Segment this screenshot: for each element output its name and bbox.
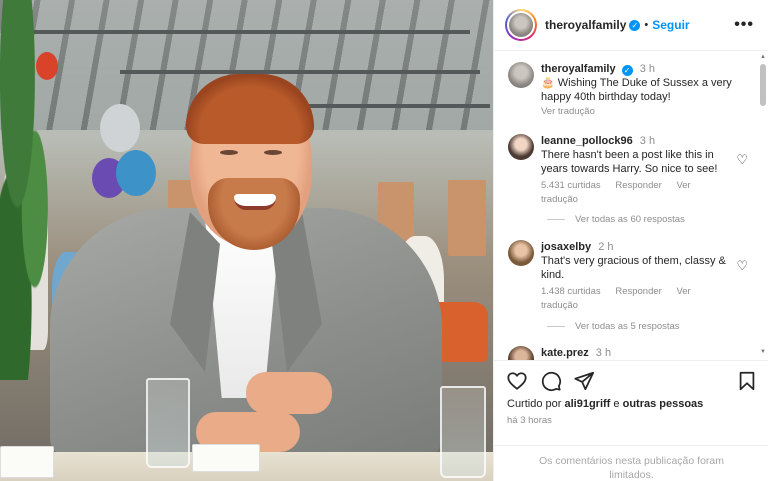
caption-time[interactable]: 3 h [640, 63, 655, 75]
instagram-post-window: theroyalfamily ✓ • Seguir ••• theroyalfa… [0, 0, 768, 481]
comments-scrollbar[interactable] [760, 64, 766, 106]
photo-beam [30, 30, 470, 34]
view-replies-link[interactable]: Ver todas as 5 respostas [547, 321, 680, 332]
comment-time[interactable]: 3 h [640, 135, 655, 147]
post-photo[interactable] [0, 0, 493, 481]
comment-reply-button[interactable]: Responder [615, 286, 661, 297]
view-replies-text: Ver todas as 60 respostas [575, 214, 685, 225]
heart-icon[interactable] [506, 370, 528, 392]
liked-by-others[interactable]: outras pessoas [623, 398, 704, 410]
caption-avatar[interactable] [508, 62, 534, 88]
verified-badge-icon: ✓ [621, 65, 633, 76]
liked-by-prefix: Curtido por [507, 398, 562, 410]
photo-smile [234, 194, 276, 210]
photo-glass [146, 378, 190, 468]
photo-hand [246, 372, 332, 414]
verified-badge-icon: ✓ [629, 19, 641, 31]
caption: theroyalfamily ✓ 3 h 🎂 Wishing The Duke … [508, 62, 748, 119]
comment-item: leanne_pollock96 3 h There hasn't been a… [508, 134, 748, 207]
view-replies-link[interactable]: Ver todas as 60 respostas [547, 214, 685, 225]
photo-balloon [116, 150, 156, 196]
photo-name-card [0, 446, 54, 478]
comment-avatar[interactable] [508, 134, 534, 160]
comment-time[interactable]: 3 h [596, 347, 611, 359]
header-separator: • [644, 19, 649, 31]
comment-username[interactable]: kate.prez [541, 347, 589, 359]
post-sidebar: theroyalfamily ✓ • Seguir ••• theroyalfa… [493, 0, 768, 481]
scroll-down-arrow-icon[interactable]: ▼ [760, 349, 766, 355]
post-timestamp[interactable]: há 3 horas [507, 415, 552, 426]
comment-avatar[interactable] [508, 346, 534, 360]
liked-by: Curtido por ali91griff e outras pessoas [507, 398, 703, 410]
caption-translate-link[interactable]: Ver tradução [541, 106, 595, 117]
scroll-up-arrow-icon[interactable]: ▲ [760, 54, 766, 60]
caption-text: 🎂 Wishing The Duke of Sussex a very happ… [541, 77, 732, 103]
photo-eye [220, 150, 238, 155]
comment-likes[interactable]: 5.431 curtidas [541, 180, 601, 191]
photo-beam [120, 70, 480, 74]
comment-item: josaxelby 2 h That's very gracious of th… [508, 240, 748, 313]
comments-limited-notice: Os comentários nesta publicação foram li… [494, 445, 768, 481]
view-replies-text: Ver todas as 5 respostas [575, 321, 680, 332]
post-actions-bar [494, 360, 768, 400]
comments-list[interactable]: theroyalfamily ✓ 3 h 🎂 Wishing The Duke … [494, 52, 768, 360]
liked-by-user[interactable]: ali91griff [564, 398, 610, 410]
comment-time[interactable]: 2 h [598, 241, 613, 253]
bookmark-icon[interactable] [736, 370, 758, 392]
comment-avatar[interactable] [508, 240, 534, 266]
caption-username[interactable]: theroyalfamily [541, 63, 616, 75]
liked-by-joiner: e [613, 398, 620, 410]
author-avatar[interactable] [505, 9, 537, 41]
comment-like-heart-icon[interactable]: ♡ [736, 152, 748, 168]
post-header: theroyalfamily ✓ • Seguir ••• [494, 0, 768, 51]
share-icon[interactable] [573, 370, 595, 392]
avatar-image [507, 11, 535, 39]
comment-like-heart-icon[interactable]: ♡ [736, 258, 748, 274]
follow-button[interactable]: Seguir [652, 18, 689, 32]
comment-item: kate.prez 3 h [508, 346, 748, 360]
photo-panel [448, 180, 486, 256]
photo-card [192, 444, 260, 472]
comment-username[interactable]: leanne_pollock96 [541, 135, 633, 147]
comment-likes[interactable]: 1.438 curtidas [541, 286, 601, 297]
author-username[interactable]: theroyalfamily [545, 18, 626, 32]
comment-icon[interactable] [540, 370, 562, 392]
more-options-button[interactable]: ••• [734, 16, 754, 34]
comment-text: That's very gracious of them, classy & k… [541, 255, 726, 281]
comment-username[interactable]: josaxelby [541, 241, 591, 253]
photo-glass [440, 386, 486, 478]
photo-balloon [100, 104, 140, 152]
comment-text: There hasn't been a post like this in ye… [541, 149, 718, 175]
comment-reply-button[interactable]: Responder [615, 180, 661, 191]
photo-eye [264, 150, 282, 155]
